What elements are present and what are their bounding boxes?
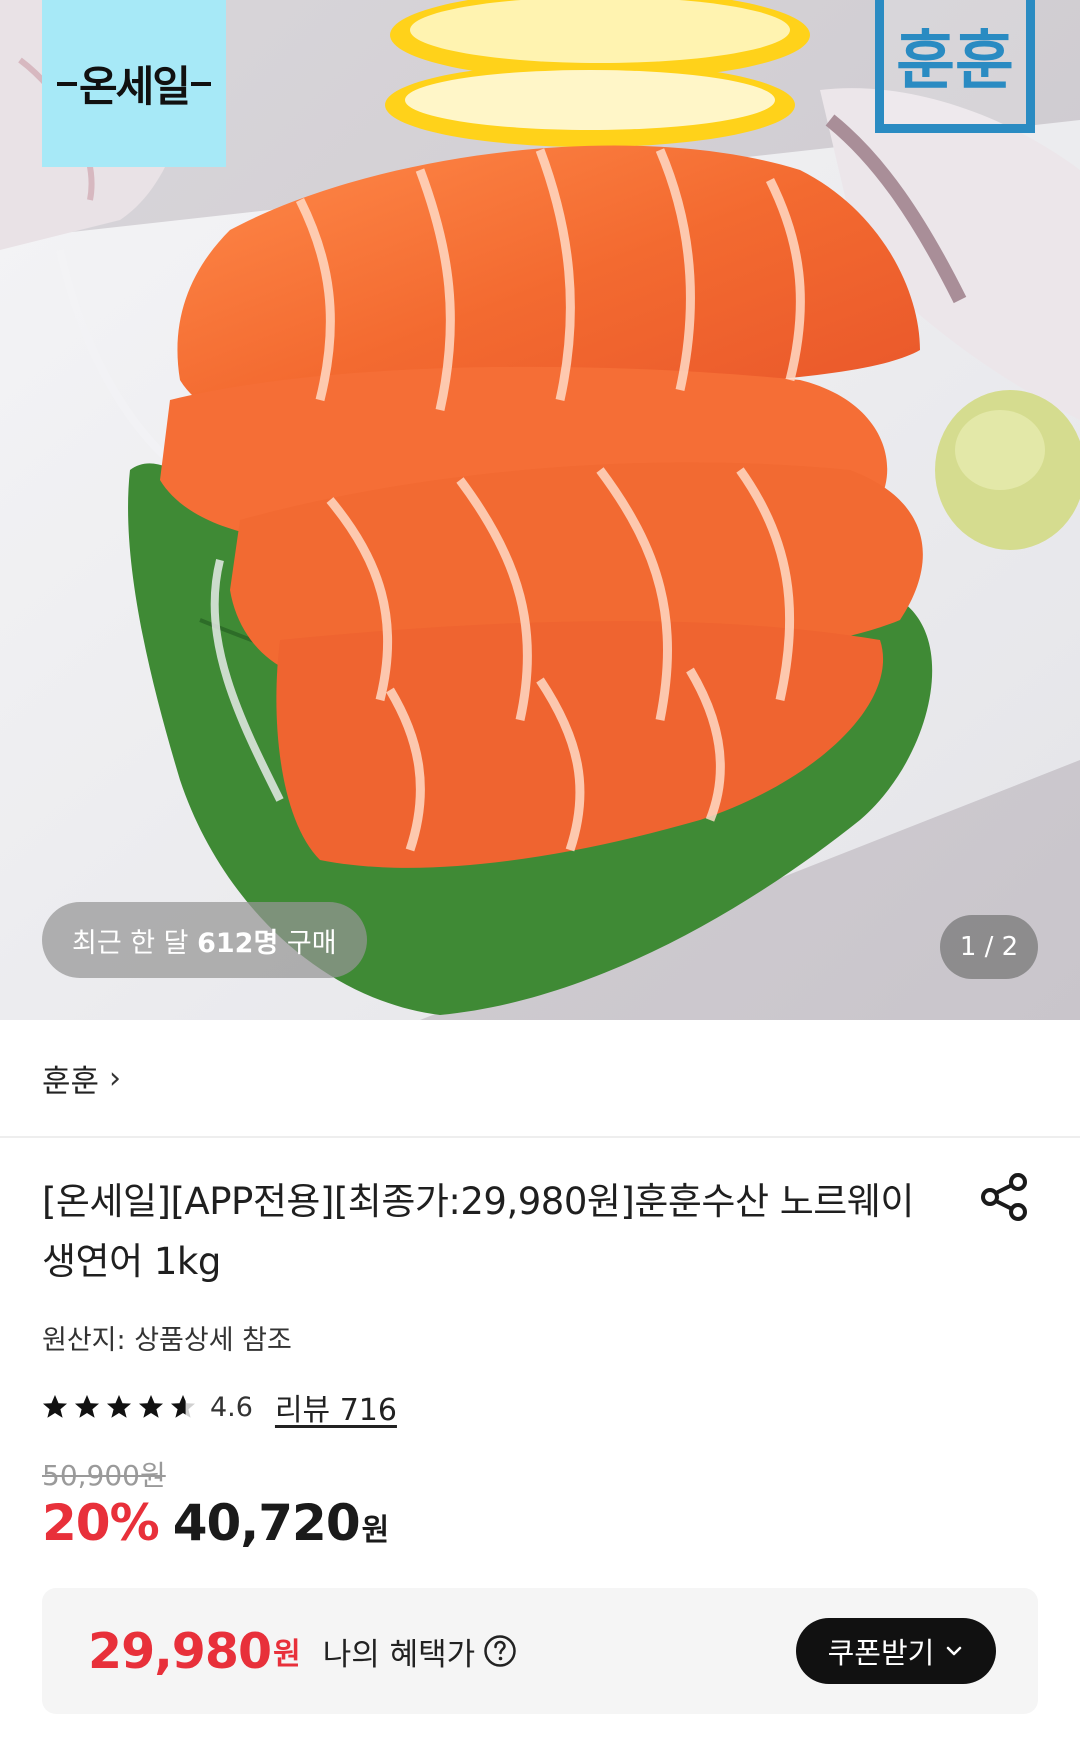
question-circle-icon[interactable] xyxy=(483,1634,517,1668)
purchase-suffix: 구매 xyxy=(278,927,337,959)
recent-purchase-badge: 최근 한 달 612명 구매 xyxy=(42,902,367,978)
brand-logo: 훈훈 xyxy=(875,0,1035,133)
store-name: 훈훈 xyxy=(42,1063,100,1100)
sale-price: 40,720 xyxy=(172,1494,361,1552)
benefit-price: 29,980 xyxy=(88,1622,272,1680)
benefit-price-currency: 원 xyxy=(273,1637,301,1672)
benefit-price-card: 29,980 원 나의 혜택가 쿠폰받기 xyxy=(42,1588,1038,1714)
product-image-carousel[interactable]: 온세일 훈훈 최근 한 달 612명 구매 1 / 2 xyxy=(0,0,1080,1020)
origin-info: 원산지: 상품상세 참조 xyxy=(42,1325,292,1356)
star-icon xyxy=(75,1395,99,1418)
sale-price-currency: 원 xyxy=(361,1513,390,1548)
onsale-badge: 온세일 xyxy=(42,0,226,167)
star-icon xyxy=(43,1395,67,1418)
star-icon xyxy=(107,1395,131,1418)
chevron-right-icon: › xyxy=(109,1060,122,1096)
rating-value: 4.6 xyxy=(210,1391,253,1423)
rating-row: 4.6 리뷰 716 xyxy=(42,1385,397,1429)
coupon-button[interactable]: 쿠폰받기 xyxy=(796,1618,996,1684)
rating-stars xyxy=(42,1394,196,1420)
product-title: [온세일][APP전용][최종가:29,980원]훈훈수산 노르웨이 생연어 1… xyxy=(42,1180,914,1283)
price-row: 20% 40,720 원 xyxy=(42,1494,389,1552)
image-page-indicator: 1 / 2 xyxy=(940,915,1038,979)
purchase-count: 612명 xyxy=(197,927,279,959)
benefit-label: 나의 혜택가 xyxy=(322,1636,476,1673)
purchase-prefix: 최근 한 달 xyxy=(72,927,198,959)
star-icon xyxy=(139,1395,163,1418)
discount-rate: 20% xyxy=(42,1494,160,1552)
store-link[interactable]: 훈훈 › xyxy=(0,1020,1080,1138)
review-link[interactable]: 리뷰 716 xyxy=(275,1385,397,1429)
coupon-button-label: 쿠폰받기 xyxy=(827,1636,935,1670)
product-title-block: [온세일][APP전용][최종가:29,980원]훈훈수산 노르웨이 생연어 1… xyxy=(42,1172,942,1292)
share-icon[interactable] xyxy=(980,1172,1030,1222)
onsale-badge-text: 온세일 xyxy=(57,53,211,114)
chevron-down-icon xyxy=(947,1646,962,1656)
star-icon xyxy=(171,1395,195,1418)
original-price: 50,900원 xyxy=(42,1459,166,1492)
